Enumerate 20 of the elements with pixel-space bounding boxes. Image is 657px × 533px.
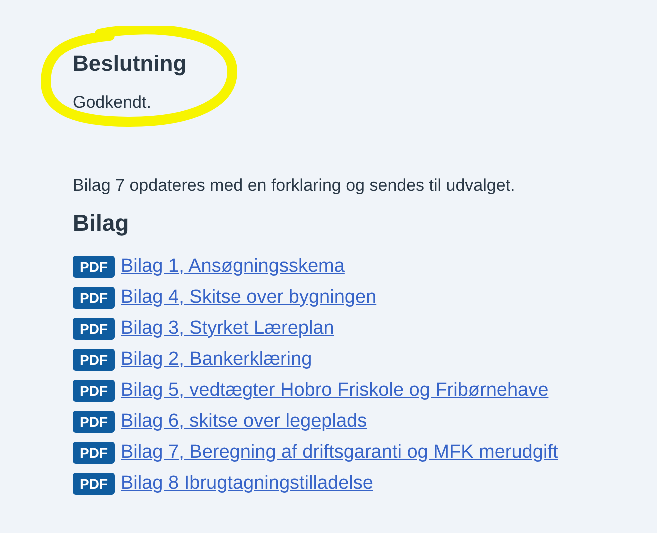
attachment-link[interactable]: Bilag 6, skitse over legeplads (121, 410, 368, 432)
pdf-badge: PDF (73, 472, 115, 494)
pdf-badge: PDF (73, 348, 115, 370)
attachment-link[interactable]: Bilag 4, Skitse over bygningen (121, 286, 377, 308)
attachment-link[interactable]: Bilag 8 Ibrugtagningstilladelse (121, 472, 374, 494)
pdf-badge: PDF (73, 410, 115, 432)
pdf-badge: PDF (73, 318, 115, 340)
decision-text: Godkendt. (73, 92, 152, 114)
pdf-badge: PDF (73, 286, 115, 308)
attachment-link[interactable]: Bilag 3, Styrket Læreplan (121, 318, 334, 340)
attachment-link[interactable]: Bilag 7, Beregning af driftsgaranti og MFK merudgift (121, 442, 558, 464)
pdf-badge: PDF (73, 380, 115, 402)
attachment-link[interactable]: Bilag 2, Bankerklæring (121, 348, 312, 370)
note-text: Bilag 7 opdateres med en forklaring og sendes til udvalget. (73, 175, 516, 197)
attachment-link[interactable]: Bilag 5, vedtægter Hobro Friskole og Fribørnehave (121, 380, 549, 402)
pdf-badge: PDF (73, 442, 115, 464)
attachment-link[interactable]: Bilag 1, Ansøgningsskema (121, 256, 345, 278)
section-heading: Bilag (73, 209, 130, 238)
section-heading: Beslutning (73, 50, 188, 78)
pdf-badge: PDF (73, 256, 115, 278)
